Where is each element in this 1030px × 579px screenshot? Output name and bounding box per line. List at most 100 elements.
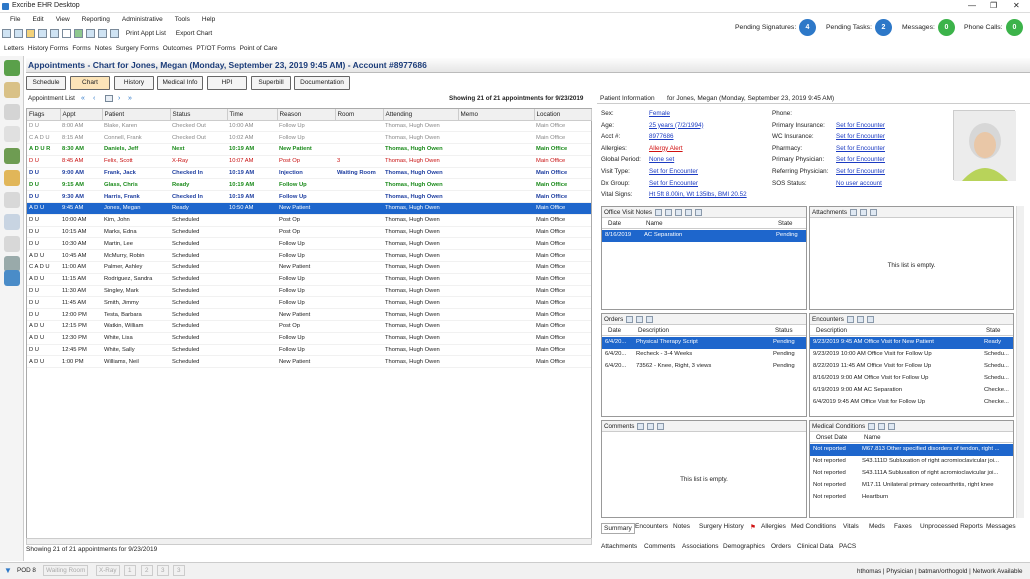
rtab-summary[interactable]: Summary — [601, 523, 635, 534]
add-order-icon[interactable] — [626, 315, 634, 323]
save-icon[interactable] — [2, 29, 11, 38]
add-attachment-icon[interactable] — [850, 208, 857, 216]
encounter-row[interactable]: 9/23/2019 9:45 AM Office Visit for New P… — [810, 337, 1013, 349]
add-comment-icon[interactable] — [637, 422, 645, 430]
col-attending[interactable]: Attending — [383, 109, 459, 121]
pending-signatures-badge[interactable]: 4 — [799, 19, 816, 36]
minimize-icon[interactable]: — — [968, 1, 976, 10]
link-history-forms[interactable]: History Forms — [28, 43, 68, 55]
col-location[interactable]: Location — [534, 109, 592, 121]
copy-icon[interactable] — [98, 29, 107, 38]
tab-superbill[interactable]: Superbill — [251, 76, 291, 90]
table-row[interactable]: C A D U 8:15 AM Connell, Frank Checked Out 1… — [27, 131, 591, 145]
field-value[interactable]: Set for Encounter — [836, 133, 885, 140]
field-value[interactable]: None set — [649, 156, 674, 163]
table-row[interactable]: D U 10:30 AM Martin, Lee Scheduled Follow Up… — [27, 237, 591, 251]
table-row[interactable]: A D U R 8:30 AM Daniels, Jeff Next 10:19 AM N… — [27, 143, 591, 156]
filter-icon[interactable]: ▼ — [4, 566, 12, 575]
rtab-clinical-data[interactable]: Clinical Data — [797, 543, 834, 550]
maximize-icon[interactable]: ❐ — [990, 1, 997, 10]
rtab-allergies[interactable]: Allergies — [761, 523, 786, 530]
list-icon[interactable] — [4, 214, 20, 230]
user-icon[interactable] — [4, 60, 20, 76]
room-2-button[interactable]: 2 — [141, 565, 153, 576]
condition-row[interactable]: Not reported M17.11 Unilateral primary os… — [810, 480, 1013, 492]
table-row[interactable]: D U 11:30 AM Singley, Mark Scheduled Follow … — [27, 285, 591, 298]
field-value[interactable]: Set for Encounter — [649, 168, 698, 175]
col-description[interactable]: Description — [816, 326, 847, 336]
folder-icon[interactable] — [38, 29, 47, 38]
field-value[interactable]: Set for Encounter — [836, 156, 885, 163]
open-encounter-icon[interactable] — [856, 315, 864, 323]
print-icon[interactable] — [110, 29, 119, 38]
ruler-icon[interactable] — [4, 192, 20, 208]
menu-view[interactable]: View — [56, 14, 70, 26]
new-encounter-icon[interactable] — [846, 315, 854, 323]
chart-icon[interactable] — [4, 82, 20, 98]
encounter-row[interactable]: 6/19/2019 9:00 AM AC Separation Checke... — [810, 385, 1013, 397]
col-flags[interactable]: Flags — [27, 109, 61, 121]
delete-comment-icon[interactable] — [657, 422, 665, 430]
col-status[interactable]: Status — [775, 326, 793, 336]
link-notes[interactable]: Notes — [95, 43, 112, 55]
encounter-row[interactable]: 8/16/2019 9:00 AM Office Visit for Follo… — [810, 373, 1013, 385]
rtab-pacs[interactable]: PACS — [839, 543, 856, 550]
office-visit-note-row[interactable]: 8/16/2019 AC Separation Pending — [602, 230, 806, 242]
rtab-meds[interactable]: Meds — [869, 523, 885, 530]
table-row[interactable]: A D U 9:45 AM Jones, Megan Ready 10:50 AM New… — [27, 202, 591, 215]
field-value[interactable]: Set for Encounter — [836, 168, 885, 175]
people-icon[interactable] — [4, 148, 20, 164]
new-note-icon[interactable] — [655, 208, 663, 216]
room-1-button[interactable]: 1 — [124, 565, 136, 576]
table-row[interactable]: D U 9:15 AM Glass, Chris Ready 10:19 AM Follo… — [27, 178, 591, 192]
col-date[interactable]: Date — [608, 219, 621, 229]
table-row[interactable]: D U 8:45 AM Felix, Scott X-Ray 10:07 AM Post … — [27, 155, 591, 168]
room-4-button[interactable]: 3 — [173, 565, 185, 576]
menu-file[interactable]: File — [10, 14, 20, 26]
field-value[interactable]: 8977686 — [649, 133, 674, 140]
edit-order-icon[interactable] — [636, 315, 644, 323]
copy-note-icon[interactable] — [675, 208, 683, 216]
link-point-of-care[interactable]: Point of Care — [240, 43, 278, 55]
tab-medical-info[interactable]: Medical Info — [157, 76, 203, 90]
print-note-icon[interactable] — [685, 208, 693, 216]
field-value[interactable]: Ht 5ft 8.00in, Wt 135lbs, BMI 20.52 — [649, 191, 747, 198]
menu-reporting[interactable]: Reporting — [82, 14, 110, 26]
table-row[interactable]: D U 10:00 AM Kim, John Scheduled Post Op Thom… — [27, 214, 591, 227]
col-status[interactable]: Status — [170, 109, 228, 121]
grid-icon[interactable] — [4, 270, 20, 286]
tab-chart[interactable]: Chart — [70, 76, 110, 90]
tab-schedule[interactable]: Schedule — [26, 76, 66, 90]
calendar-icon[interactable] — [14, 29, 23, 38]
right-scrollbar[interactable] — [1016, 206, 1024, 518]
tab-documentation[interactable]: Documentation — [294, 76, 350, 90]
order-row[interactable]: 6/4/20... Physical Therapy Script Pending — [602, 337, 806, 349]
open-attachment-icon[interactable] — [860, 208, 867, 216]
rtab-faxes[interactable]: Faxes — [894, 523, 912, 530]
table-row[interactable]: D U 10:15 AM Marks, Edna Scheduled Post Op Th… — [27, 226, 591, 239]
field-value[interactable]: Female — [649, 110, 670, 117]
room-3-button[interactable]: 3 — [157, 565, 169, 576]
disk-icon[interactable] — [50, 29, 59, 38]
table-row[interactable]: D U 9:00 AM Frank, Jack Checked In 10:19 AM I… — [27, 167, 591, 180]
tab-hpi[interactable]: HPI — [207, 76, 247, 90]
col-state[interactable]: State — [986, 326, 1000, 336]
export-chart-button[interactable]: Export Chart — [176, 30, 213, 37]
edit-note-icon[interactable] — [665, 208, 673, 216]
link-outcomes[interactable]: Outcomes — [163, 43, 193, 55]
condition-row[interactable]: Not reported M67.813 Other specified diso… — [810, 444, 1013, 456]
table-row[interactable]: C A D U 11:00 AM Palmer, Ashley Scheduled Ne… — [27, 261, 591, 274]
calendar-icon[interactable] — [105, 95, 113, 102]
table-row[interactable]: A D U 11:15 AM Rodriguez, Sandra Scheduled F… — [27, 273, 591, 286]
print-appt-list-button[interactable]: Print Appt List — [126, 30, 166, 37]
col-state[interactable]: State — [778, 219, 792, 229]
notes-icon[interactable] — [4, 126, 20, 142]
refresh-icon[interactable] — [74, 29, 83, 38]
encounter-note-icon[interactable] — [866, 315, 874, 323]
field-value[interactable]: Set for Encounter — [649, 180, 698, 187]
order-row[interactable]: 6/4/20... 73562 - Knee, Right, 3 views Pen… — [602, 361, 806, 373]
document-icon[interactable] — [62, 29, 71, 38]
link-forms[interactable]: Forms — [72, 43, 90, 55]
rtab-encounters[interactable]: Encounters — [635, 523, 668, 530]
table-row[interactable]: D U 12:00 PM Testa, Barbara Scheduled New Pa… — [27, 308, 591, 322]
